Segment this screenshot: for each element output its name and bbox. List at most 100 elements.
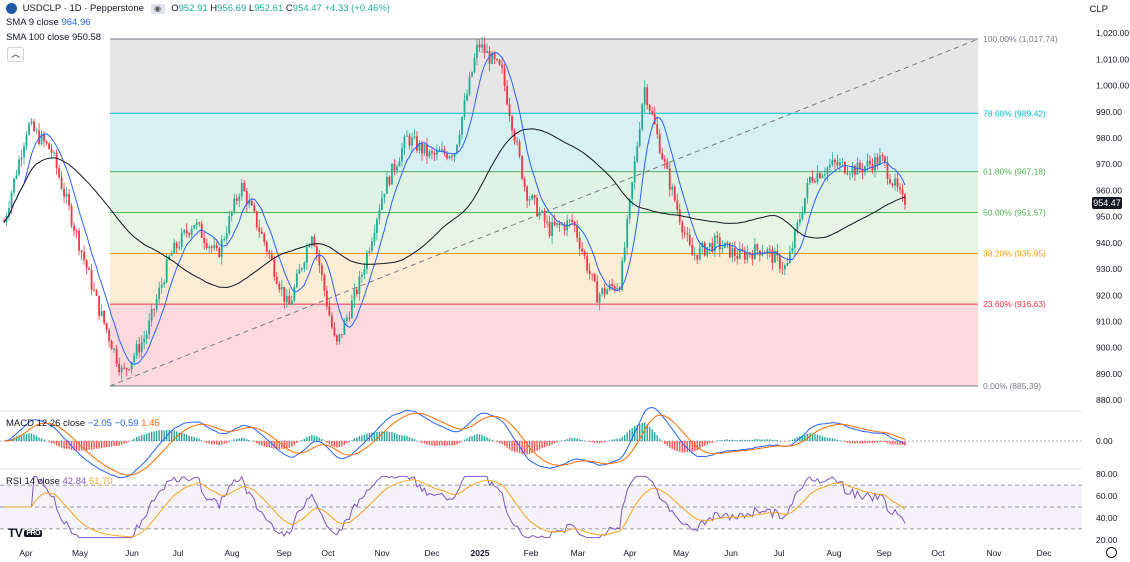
macd-hist-bar bbox=[501, 441, 503, 445]
candle-body bbox=[215, 245, 218, 248]
chart-canvas[interactable]: 100.00% (1,017.74) 78.60% (989.42) 61.80% … bbox=[0, 0, 1130, 562]
macd-hist-bar bbox=[626, 432, 628, 441]
macd-hist-bar bbox=[346, 441, 348, 444]
candle-body bbox=[288, 295, 291, 305]
macd-hist-bar bbox=[261, 441, 263, 446]
macd-hist-bar bbox=[714, 441, 716, 442]
gear-icon[interactable] bbox=[1106, 547, 1117, 558]
sma9-legend[interactable]: SMA 9 close 964.96 bbox=[6, 17, 91, 29]
candle-body bbox=[260, 231, 263, 234]
macd-hist-bar bbox=[348, 441, 351, 443]
candle-body bbox=[115, 348, 118, 364]
fib-level-label: 38.20% (935.95) bbox=[983, 248, 1046, 258]
candle-body bbox=[290, 300, 293, 305]
candle-body bbox=[323, 274, 326, 291]
sma9-value: 964.96 bbox=[61, 17, 91, 28]
macd-hist-bar bbox=[736, 440, 739, 441]
candle-body bbox=[188, 233, 191, 235]
sma100-legend[interactable]: SMA 100 close 950.58 bbox=[6, 32, 101, 44]
macd-hist-bar bbox=[704, 441, 706, 446]
candle-body bbox=[601, 288, 604, 295]
macd-hist-bar bbox=[553, 441, 556, 444]
candle-body bbox=[854, 165, 856, 175]
x-tick-label: Jun bbox=[125, 548, 139, 558]
candle-body bbox=[483, 44, 486, 53]
y-tick-label: 970.00 bbox=[1096, 159, 1122, 169]
macd-hist-bar bbox=[586, 441, 588, 442]
macd-hist-bar bbox=[85, 441, 88, 451]
candle-body bbox=[223, 239, 226, 240]
candle-body bbox=[138, 344, 141, 353]
rsi-y-tick-label: 40.00 bbox=[1096, 513, 1118, 523]
chevron-up-icon[interactable]: ︿ bbox=[7, 47, 24, 62]
macd-hist-bar bbox=[223, 441, 225, 444]
symbol-title[interactable]: USDCLP · 1D · Pepperstone bbox=[23, 3, 144, 14]
candle-body bbox=[88, 268, 90, 270]
macd-hist-bar bbox=[401, 435, 403, 441]
candle-body bbox=[118, 363, 121, 373]
macd-hist-bar bbox=[60, 441, 63, 448]
candle-body bbox=[633, 161, 636, 183]
candle-body bbox=[220, 239, 223, 257]
macd-hist-bar bbox=[98, 441, 100, 449]
fib-zone-78-60 bbox=[110, 113, 978, 172]
macd-hist-bar bbox=[706, 441, 708, 445]
macd-hist-bar bbox=[103, 441, 105, 448]
macd-hist-bar bbox=[296, 441, 298, 443]
macd-hist-bar bbox=[216, 441, 218, 445]
macd-hist-bar bbox=[53, 441, 55, 444]
macd-hist-bar bbox=[471, 435, 473, 441]
candle-body bbox=[333, 327, 336, 336]
candle-body bbox=[78, 230, 80, 251]
candle-body bbox=[718, 237, 721, 250]
candle-body bbox=[568, 219, 571, 221]
candle-body bbox=[896, 178, 899, 188]
macd-hist-bar bbox=[431, 441, 433, 446]
candle-body bbox=[501, 64, 503, 68]
macd-legend[interactable]: MACD 12 26 close −2.05 −0.59 1.45 bbox=[6, 418, 160, 430]
macd-hist-bar bbox=[513, 441, 516, 453]
macd-hist-bar bbox=[791, 439, 794, 441]
candle-body bbox=[350, 300, 353, 319]
tradingview-logo[interactable]: TV PRO bbox=[8, 526, 43, 540]
candle-body bbox=[768, 249, 771, 251]
y-tick-label: 990.00 bbox=[1096, 107, 1122, 117]
macd-hist-bar bbox=[734, 440, 736, 441]
candle-body bbox=[626, 218, 629, 248]
macd-hist-bar bbox=[191, 436, 193, 441]
candle-body bbox=[551, 222, 554, 236]
candle-body bbox=[671, 186, 674, 190]
macd-hist-bar bbox=[183, 433, 185, 441]
candle-body bbox=[180, 232, 183, 247]
candle-body bbox=[693, 254, 696, 256]
symbol-flag-icon bbox=[6, 3, 17, 14]
candle-body bbox=[661, 153, 664, 160]
candle-body bbox=[250, 201, 253, 206]
visibility-icon[interactable]: ◉ bbox=[150, 3, 165, 14]
candle-body bbox=[518, 141, 521, 157]
rsi-y-tick-label: 60.00 bbox=[1096, 491, 1118, 501]
rsi-legend[interactable]: RSI 14 close 42.84 51.70 bbox=[6, 476, 113, 488]
macd-hist-bar bbox=[153, 431, 155, 441]
candle-body bbox=[463, 100, 466, 117]
macd-hist-value: 1.45 bbox=[141, 418, 160, 429]
y-tick-label: 950.00 bbox=[1096, 212, 1122, 222]
candle-body bbox=[793, 230, 796, 248]
macd-hist-bar bbox=[266, 441, 268, 448]
macd-hist-bar bbox=[581, 439, 583, 441]
macd-hist-bar bbox=[448, 441, 451, 446]
candle-body bbox=[466, 94, 468, 101]
candle-body bbox=[366, 252, 368, 270]
candle-body bbox=[48, 143, 50, 150]
candle-body bbox=[293, 287, 296, 301]
macd-hist-bar bbox=[361, 435, 363, 441]
macd-hist-bar bbox=[283, 441, 286, 449]
candle-body bbox=[801, 213, 804, 220]
macd-hist-bar bbox=[651, 429, 653, 441]
fib-level-label: 50.00% (951.57) bbox=[983, 208, 1046, 218]
candle-body bbox=[95, 290, 98, 296]
macd-hist-bar bbox=[483, 436, 486, 441]
current-price-tag: 954.47 bbox=[1092, 197, 1122, 209]
macd-hist-bar bbox=[373, 432, 376, 441]
macd-hist-bar bbox=[566, 439, 568, 441]
